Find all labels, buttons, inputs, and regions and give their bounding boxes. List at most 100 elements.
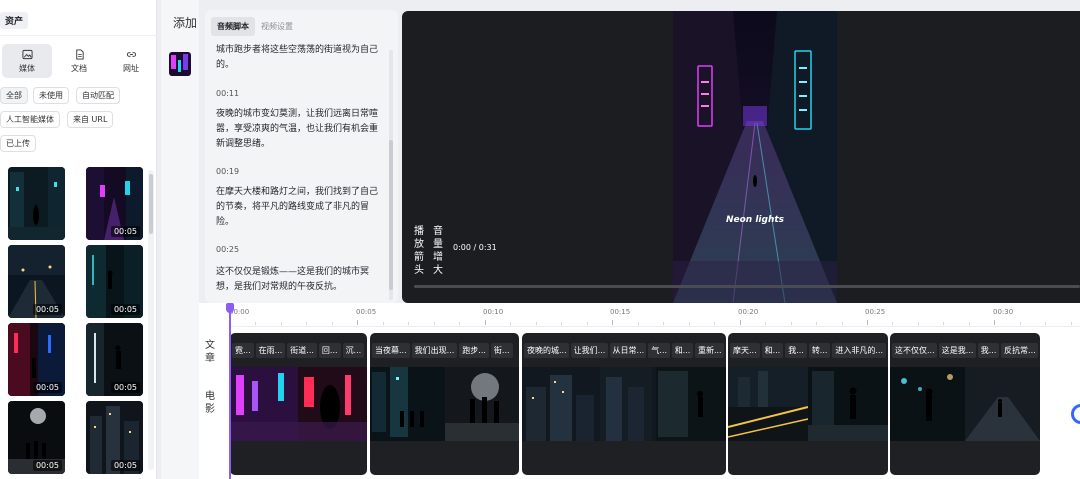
clip-frame-image — [522, 367, 726, 441]
script-word[interactable]: 我们出现... — [411, 343, 458, 358]
media-thumb[interactable]: 00:05 — [8, 401, 65, 474]
script-word[interactable]: 气... — [648, 343, 670, 358]
timeline-clip[interactable]: 这不仅仅... 这是我... 我... 反抗常... — [890, 333, 1040, 475]
filter-from-url[interactable]: 来自 URL — [67, 111, 114, 128]
app-root: 资产 媒体 文档 网址 全部 未使用 自动匹配 人工智能媒体 来自 URL 已上… — [0, 0, 1080, 479]
timeline-clip[interactable]: 霓... 在雨... 街道... 回... 沉... — [230, 333, 367, 475]
ruler-tick — [459, 322, 461, 325]
playhead[interactable] — [226, 303, 234, 479]
ruler-tick — [535, 322, 537, 325]
filter-uploaded[interactable]: 已上传 — [0, 135, 36, 152]
ruler-label: 00:15 — [610, 308, 631, 316]
script-word[interactable]: 这不仅仅... — [892, 343, 937, 358]
media-thumb[interactable] — [8, 167, 65, 240]
script-word[interactable]: 跑步... — [459, 343, 489, 358]
script-word[interactable]: 沉... — [342, 343, 365, 358]
ruler-tick — [867, 320, 868, 325]
timeline-clip[interactable]: 摩天... 和... 我... 转... 进入非凡的... — [728, 333, 888, 475]
script-panel: 音频脚本 视频设置 城市跑步者将这些空荡荡的街道视为自己的。 00:11 夜晚的… — [205, 10, 398, 303]
timeline-clip[interactable]: 当夜幕... 我们出现... 跑步... 街... — [370, 333, 519, 475]
script-word[interactable]: 当夜幕... — [372, 343, 410, 358]
script-word[interactable]: 霓... — [232, 343, 254, 358]
script-word[interactable]: 街道... — [287, 343, 317, 358]
added-media-thumb[interactable] — [169, 52, 191, 76]
ruler-tick — [714, 322, 716, 325]
tab-document[interactable]: 文档 — [54, 44, 104, 78]
ruler-tick — [790, 322, 792, 325]
script-word[interactable]: 这是我... — [938, 343, 976, 358]
tab-url[interactable]: 网址 — [106, 44, 156, 78]
script-word[interactable]: 我... — [977, 343, 1000, 358]
script-scrollbar[interactable] — [389, 50, 393, 300]
script-scrollbar-thumb[interactable] — [389, 140, 393, 290]
media-duration: 00:05 — [110, 304, 140, 315]
media-thumb[interactable]: 00:05 — [8, 323, 65, 396]
script-word[interactable]: 从日常... — [609, 343, 647, 358]
ruler-tick — [1019, 322, 1021, 325]
tab-audio-script[interactable]: 音频脚本 — [211, 17, 255, 36]
assets-scrollbar-thumb[interactable] — [149, 174, 153, 234]
tab-url-label: 网址 — [123, 63, 139, 73]
play-button[interactable]: 播放箭头 — [414, 225, 426, 277]
script-word[interactable]: 我... — [785, 343, 807, 358]
ruler-tick — [280, 322, 282, 325]
assets-header: 资产 — [0, 10, 157, 36]
filter-auto-match[interactable]: 自动匹配 — [76, 87, 120, 104]
script-word[interactable]: 街... — [490, 343, 513, 358]
clip-words: 当夜幕... 我们出现... 跑步... 街... — [370, 343, 519, 359]
ruler-tick — [841, 322, 843, 325]
tab-media[interactable]: 媒体 — [2, 44, 52, 78]
filter-unused[interactable]: 未使用 — [33, 87, 69, 104]
script-word[interactable]: 转... — [808, 343, 831, 358]
clip-frames — [370, 367, 519, 441]
add-column: 添加 — [161, 0, 199, 479]
script-word[interactable]: 让我们... — [570, 343, 608, 358]
ruler-tick — [688, 322, 690, 325]
media-duration: 00:05 — [110, 460, 140, 471]
filter-all[interactable]: 全部 — [0, 87, 28, 104]
script-paragraph[interactable]: 夜晚的城市变幻莫测，让我们远离日常喧嚣，享受凉爽的气温，也让我们有机会重新调整思… — [216, 107, 381, 152]
ruler-tick — [917, 322, 919, 325]
script-paragraph[interactable]: 城市跑步者将这些空荡荡的街道视为自己的。 — [216, 43, 381, 73]
video-progress-bar[interactable] — [414, 285, 1080, 288]
document-icon — [75, 48, 84, 60]
script-word[interactable]: 和... — [671, 343, 693, 358]
clip-words: 这不仅仅... 这是我... 我... 反抗常... — [890, 343, 1040, 359]
tab-video-settings[interactable]: 视频设置 — [255, 17, 299, 36]
media-thumb[interactable]: 00:05 — [86, 167, 143, 240]
script-tabs: 音频脚本 视频设置 — [211, 17, 299, 37]
media-thumb[interactable]: 00:05 — [8, 245, 65, 318]
script-track-label: 文章 — [205, 340, 215, 364]
ruler-tick — [994, 320, 996, 325]
script-word[interactable]: 摩天... — [730, 343, 760, 358]
timeline-clip[interactable]: 夜晚的城... 让我们... 从日常... 气... 和... 重新... — [522, 333, 726, 475]
media-thumb[interactable]: 00:05 — [86, 245, 143, 318]
script-paragraph[interactable]: 在摩天大楼和路灯之间，我们找到了自己的节奏，将平凡的路线变成了非凡的冒险。 — [216, 185, 381, 230]
volume-up-button[interactable]: 音量增大 — [433, 225, 445, 277]
assets-scrollbar[interactable] — [148, 170, 154, 470]
script-paragraph[interactable]: 这不仅仅是锻炼——这是我们的城市冥想，是我们对常规的午夜反抗。 — [216, 265, 381, 295]
neon-street-frame-image — [673, 11, 837, 303]
add-label[interactable]: 添加 — [173, 14, 197, 31]
script-word[interactable]: 回... — [318, 343, 341, 358]
script-word[interactable]: 在雨... — [255, 343, 286, 358]
script-word[interactable]: 重新... — [694, 343, 725, 358]
script-word[interactable]: 夜晚的城... — [524, 343, 569, 358]
script-word[interactable]: 和... — [761, 343, 784, 358]
script-timestamp: 00:19 — [216, 167, 240, 176]
assets-title: 资产 — [0, 12, 29, 29]
ruler-tick — [943, 322, 945, 325]
ruler-tick — [331, 322, 333, 325]
ruler-label: 00:25 — [865, 308, 886, 316]
playhead-handle[interactable] — [226, 303, 234, 313]
media-thumb[interactable]: 00:05 — [86, 401, 143, 474]
script-word[interactable]: 进入非凡的... — [832, 343, 886, 358]
media-thumb[interactable]: 00:05 — [86, 323, 143, 396]
ruler-tick — [968, 322, 970, 325]
video-player: Neon lights 播放箭头 音量增大 0:00 / 0:31 — [402, 11, 1080, 303]
video-frame[interactable]: Neon lights — [673, 11, 837, 303]
clip-words: 夜晚的城... 让我们... 从日常... 气... 和... 重新... — [522, 343, 726, 359]
filter-ai-media[interactable]: 人工智能媒体 — [0, 111, 60, 128]
timeline-ruler[interactable]: 00:00 00:05 00:10 00:15 00:20 00:25 00:3… — [229, 303, 1080, 327]
script-word[interactable]: 反抗常... — [1001, 343, 1038, 358]
